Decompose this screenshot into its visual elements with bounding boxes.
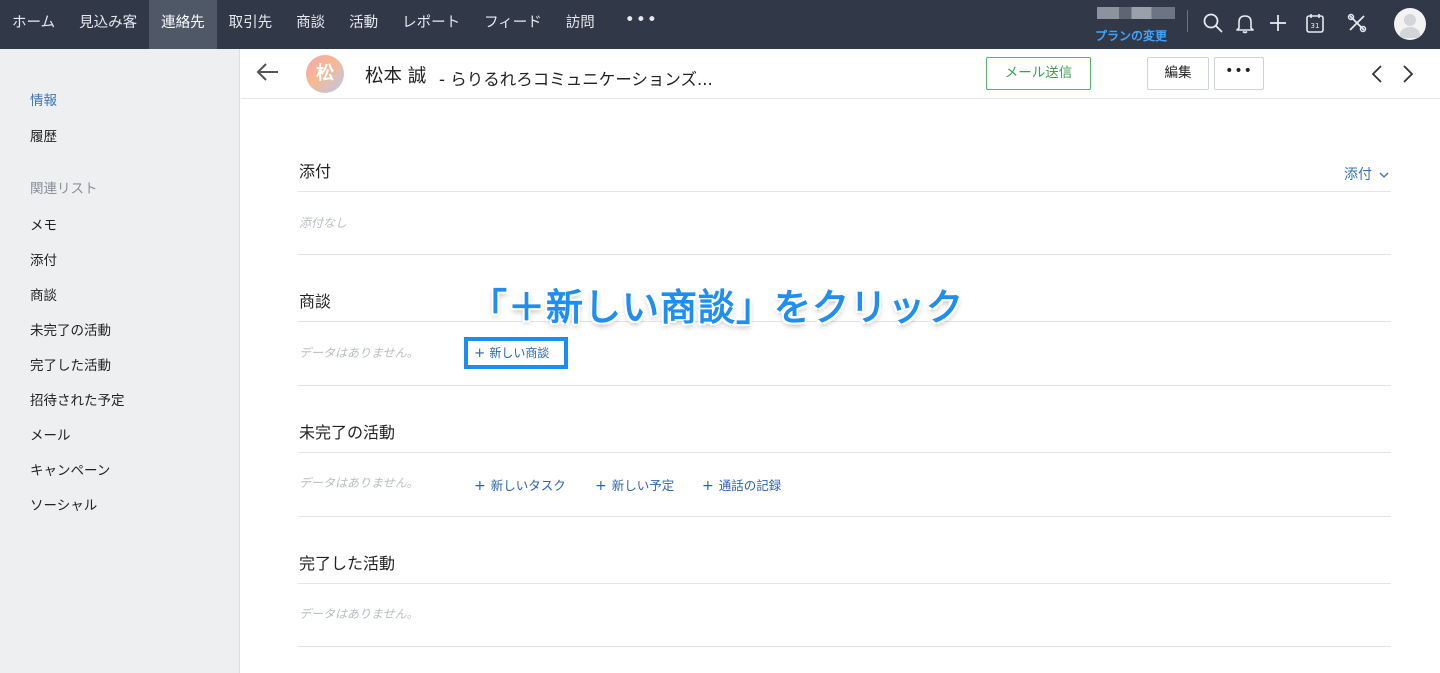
tools-icon[interactable] [1346, 12, 1368, 34]
nav-more-button[interactable]: ••• [607, 0, 676, 49]
attachments-empty-text: 添付なし [299, 216, 348, 230]
tutorial-callout: 「＋新しい商談」をクリック [470, 286, 964, 329]
contact-name: 松本 誠 [365, 66, 427, 87]
sidebar-item-info[interactable]: 情報 [30, 89, 57, 109]
nav-separator [1187, 10, 1188, 32]
new-task-link[interactable]: + 新しいタスク [474, 475, 566, 494]
send-mail-button[interactable]: メール送信 [986, 57, 1091, 90]
sidebar-item-deals[interactable]: 商談 [30, 284, 57, 304]
deals-empty-text: データはありません。 [299, 346, 419, 360]
sidebar: 情報 履歴 関連リスト メモ 添付 商談 未完了の活動 完了した活動 招待された… [0, 49, 240, 673]
nav-item-accounts[interactable]: 取引先 [217, 0, 285, 49]
search-icon[interactable] [1202, 12, 1224, 34]
plus-icon: + [702, 478, 714, 494]
sidebar-item-open-activities[interactable]: 未完了の活動 [30, 319, 111, 339]
divider [298, 385, 1391, 386]
user-name-blurred [1097, 7, 1175, 19]
sidebar-item-social[interactable]: ソーシャル [30, 494, 97, 514]
new-deal-label: 新しい商談 [489, 346, 550, 360]
plus-icon: + [595, 478, 607, 494]
plus-icon: + [474, 478, 486, 494]
contact-avatar: 松 [306, 55, 344, 93]
closed-activities-empty-text: データはありません。 [299, 607, 419, 621]
sidebar-item-invited-events[interactable]: 招待された予定 [30, 389, 125, 409]
sidebar-item-history[interactable]: 履歴 [30, 125, 57, 145]
nav-items: ホーム 見込み客 連絡先 取引先 商談 活動 レポート フィード 訪問 ••• [0, 0, 1440, 49]
divider [298, 452, 1391, 453]
change-plan-link[interactable]: プランの変更 [1095, 27, 1167, 44]
divider [298, 516, 1391, 517]
back-arrow-icon[interactable] [255, 61, 281, 83]
attach-dropdown[interactable]: 添付 [1344, 164, 1389, 184]
calendar-day: 31 [1311, 22, 1320, 30]
nav-item-activities[interactable]: 活動 [337, 0, 390, 49]
attachments-section-title: 添付 [299, 162, 332, 181]
nav-item-feeds[interactable]: フィード [472, 0, 554, 49]
bell-icon[interactable] [1234, 12, 1256, 34]
attach-dropdown-label: 添付 [1344, 167, 1372, 183]
top-navigation: ホーム 見込み客 連絡先 取引先 商談 活動 レポート フィード 訪問 ••• … [0, 0, 1440, 49]
record-header: 松 松本 誠 - らりるれろコミュニケーションズ... メール送信 編集 ••• [241, 49, 1440, 99]
sidebar-item-emails[interactable]: メール [30, 424, 71, 444]
open-activities-section-title: 未完了の活動 [299, 423, 396, 442]
plus-icon[interactable] [1267, 12, 1289, 34]
new-deal-button[interactable]: + 新しい商談 [464, 337, 568, 369]
nav-item-reports[interactable]: レポート [390, 0, 472, 49]
nav-item-contacts[interactable]: 連絡先 [149, 0, 217, 49]
next-record-icon[interactable] [1401, 63, 1415, 85]
edit-button[interactable]: 編集 [1147, 57, 1209, 90]
chevron-down-icon [1379, 172, 1389, 178]
plus-icon: + [474, 345, 486, 361]
log-call-label: 通話の記録 [718, 478, 782, 493]
deals-section-title: 商談 [299, 292, 332, 311]
contact-company[interactable]: - らりるれろコミュニケーションズ... [439, 66, 713, 90]
sidebar-related-heading: 関連リスト [30, 181, 98, 197]
divider [298, 646, 1391, 647]
user-avatar[interactable] [1394, 8, 1426, 40]
sidebar-item-closed-activities[interactable]: 完了した活動 [30, 354, 111, 374]
divider [298, 254, 1391, 255]
new-task-label: 新しいタスク [490, 478, 566, 493]
new-event-label: 新しい予定 [611, 478, 675, 493]
divider [298, 583, 1391, 584]
nav-item-leads[interactable]: 見込み客 [67, 0, 149, 49]
sidebar-item-notes[interactable]: メモ [30, 214, 57, 234]
divider [298, 191, 1391, 192]
sidebar-item-campaigns[interactable]: キャンペーン [30, 459, 110, 479]
user-silhouette-icon [1399, 14, 1421, 38]
calendar-icon[interactable]: 31 [1304, 12, 1326, 34]
more-actions-button[interactable]: ••• [1214, 57, 1264, 90]
closed-activities-section-title: 完了した活動 [299, 554, 396, 573]
log-call-link[interactable]: + 通話の記録 [702, 475, 781, 494]
nav-item-visits[interactable]: 訪問 [554, 0, 607, 49]
open-activities-empty-text: データはありません。 [299, 476, 419, 490]
previous-record-icon[interactable] [1370, 63, 1384, 85]
nav-item-deals[interactable]: 商談 [284, 0, 337, 49]
nav-item-home[interactable]: ホーム [0, 0, 67, 49]
sidebar-item-attachments[interactable]: 添付 [30, 249, 57, 269]
new-event-link[interactable]: + 新しい予定 [595, 475, 674, 494]
